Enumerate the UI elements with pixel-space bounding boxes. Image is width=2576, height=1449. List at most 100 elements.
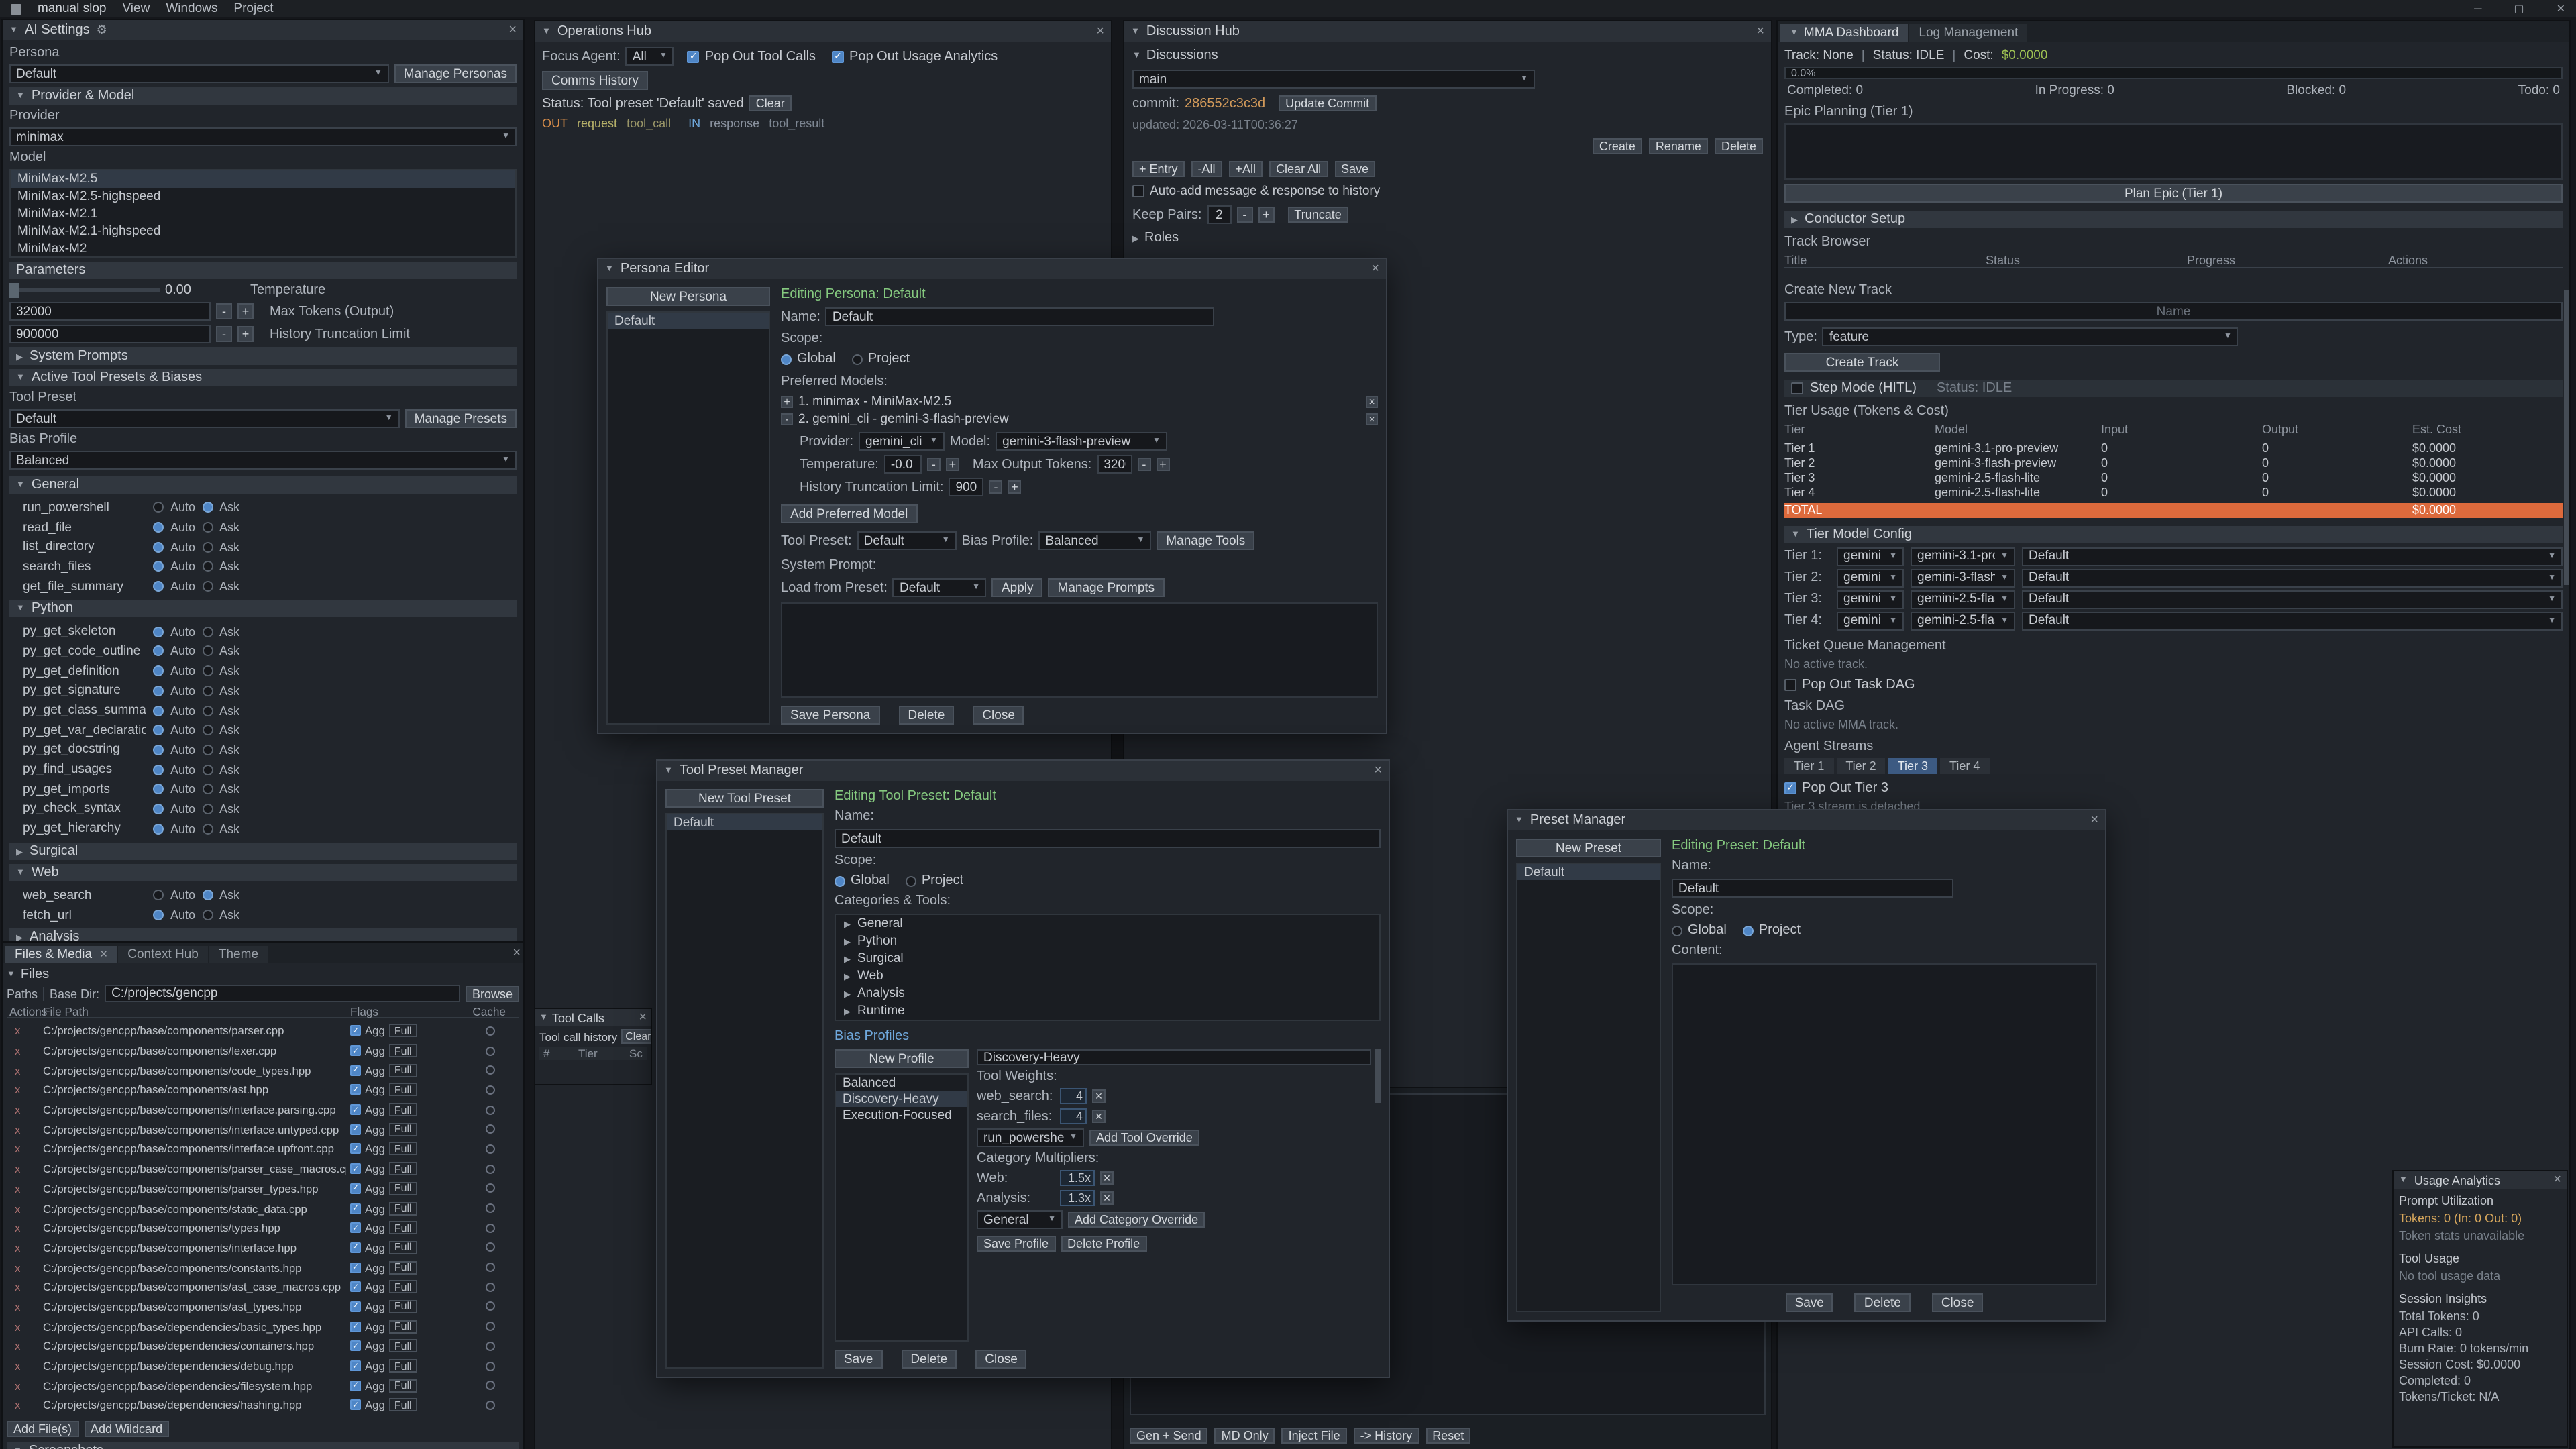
collapse-caret-icon[interactable]: ▼ (542, 27, 551, 36)
ask-radio[interactable] (202, 910, 213, 920)
maximize-icon[interactable]: ▢ (2514, 3, 2524, 15)
add-files-button[interactable]: Add File(s) (7, 1421, 78, 1437)
collapse-caret-icon[interactable]: ▼ (664, 766, 673, 775)
increment-button[interactable]: + (946, 458, 959, 471)
agg-checkbox[interactable]: ✓ (350, 1282, 361, 1293)
ask-radio[interactable] (202, 724, 213, 735)
agg-checkbox[interactable]: ✓ (350, 1301, 361, 1312)
tool-preset-name-input[interactable] (835, 829, 1381, 848)
remove-multiplier-icon[interactable]: × (1100, 1191, 1114, 1205)
apply-button[interactable]: Apply (992, 578, 1043, 597)
auto-radio[interactable] (153, 745, 164, 755)
pop-out-tool-calls-checkbox[interactable]: ✓ (688, 50, 700, 62)
save-tool-preset-button[interactable]: Save (835, 1350, 882, 1368)
persona-name-input[interactable] (826, 307, 1215, 326)
expand-toggle-button[interactable]: + (781, 396, 793, 408)
clear-status-button[interactable]: Clear (749, 95, 792, 111)
tab-theme[interactable]: Theme (209, 946, 268, 963)
create-discussion-button[interactable]: Create (1593, 138, 1642, 154)
tier-model-config-section[interactable]: ▼Tier Model Config (1784, 526, 2563, 543)
remove-file-button[interactable]: x (9, 1123, 39, 1136)
ask-radio[interactable] (202, 627, 213, 637)
close-icon[interactable]: × (513, 946, 521, 963)
category-node[interactable]: ▶Analysis (836, 985, 1379, 1002)
remove-file-button[interactable]: x (9, 1320, 39, 1333)
auto-radio[interactable] (153, 910, 164, 920)
close-icon[interactable]: × (2553, 1173, 2561, 1187)
active-tool-presets-section[interactable]: ▼Active Tool Presets & Biases (9, 369, 517, 386)
manage-personas-button[interactable]: Manage Personas (394, 64, 517, 83)
add-tool-override-button[interactable]: Add Tool Override (1089, 1130, 1199, 1146)
increment-button[interactable]: + (237, 303, 254, 319)
ask-radio[interactable] (202, 705, 213, 716)
ask-radio[interactable] (202, 561, 213, 572)
delete-discussion-button[interactable]: Delete (1715, 138, 1763, 154)
tier-4-tab[interactable]: Tier 4 (1940, 758, 1989, 774)
agg-checkbox[interactable]: ✓ (350, 1144, 361, 1155)
multiplier-value-input[interactable]: 1.5x (1060, 1170, 1095, 1186)
collapse-caret-icon[interactable]: ▼ (539, 1013, 548, 1022)
caret-down-icon[interactable]: ▼ (1132, 51, 1141, 60)
tool-preset-manager-header[interactable]: ▼ Tool Preset Manager × (657, 761, 1389, 781)
close-icon[interactable]: × (1096, 24, 1104, 39)
manage-prompts-button[interactable]: Manage Prompts (1049, 578, 1165, 597)
add-preferred-model-button[interactable]: Add Preferred Model (781, 504, 917, 523)
track-name-input[interactable] (1784, 302, 2563, 321)
track-type-select[interactable]: feature▼ (1823, 327, 2239, 346)
agg-checkbox[interactable]: ✓ (350, 1163, 361, 1174)
close-dialog-button[interactable]: Close (973, 706, 1024, 724)
auto-radio[interactable] (153, 581, 164, 592)
multiplier-value-input[interactable]: 1.3x (1060, 1190, 1095, 1206)
full-toggle[interactable]: Full (389, 1123, 417, 1136)
model-option[interactable]: MiniMax-M2.5-highspeed (11, 188, 515, 205)
update-commit-button[interactable]: Update Commit (1279, 95, 1376, 111)
screenshots-section[interactable]: ▼Screenshots (7, 1442, 519, 1449)
agg-checkbox[interactable]: ✓ (350, 1104, 361, 1115)
remove-file-button[interactable]: x (9, 1221, 39, 1234)
focus-agent-select[interactable]: All▼ (626, 47, 674, 66)
category-node[interactable]: ▶Surgical (836, 950, 1379, 967)
preset-name-input[interactable] (1672, 879, 1953, 898)
prompt-action-button[interactable]: Inject File (1282, 1428, 1347, 1444)
agg-checkbox[interactable]: ✓ (350, 1222, 361, 1233)
auto-add-checkbox[interactable] (1132, 185, 1144, 197)
agg-checkbox[interactable]: ✓ (350, 1321, 361, 1332)
auto-radio[interactable] (153, 665, 164, 676)
clear-all-button[interactable]: Clear All (1269, 161, 1328, 177)
bias-profile-select[interactable]: Balanced▼ (9, 451, 517, 470)
paths-label[interactable]: Paths (7, 987, 38, 1000)
step-mode-checkbox[interactable] (1791, 382, 1803, 394)
group-general[interactable]: ▼General (9, 476, 517, 494)
caret-right-icon[interactable]: ▶ (1132, 233, 1139, 244)
ask-radio[interactable] (202, 890, 213, 901)
expand-toggle-button[interactable]: - (781, 413, 793, 425)
delete-profile-button[interactable]: Delete Profile (1061, 1236, 1146, 1252)
full-toggle[interactable]: Full (389, 1241, 417, 1254)
full-toggle[interactable]: Full (389, 1182, 417, 1195)
scrollbar-thumb[interactable] (1375, 1049, 1381, 1103)
tier-3-tab[interactable]: Tier 3 (1888, 758, 1937, 774)
full-toggle[interactable]: Full (389, 1063, 417, 1077)
tier-preset-select[interactable]: Default▼ (2022, 547, 2563, 566)
save-persona-button[interactable]: Save Persona (781, 706, 879, 724)
tool-preset-list-item[interactable]: Default (667, 814, 822, 830)
agg-checkbox[interactable]: ✓ (350, 1124, 361, 1135)
remove-file-button[interactable]: x (9, 1379, 39, 1392)
ask-radio[interactable] (202, 784, 213, 795)
close-icon[interactable]: × (2090, 813, 2098, 828)
slider-handle[interactable] (9, 283, 19, 298)
scope-project-radio[interactable] (906, 875, 916, 886)
add-tool-select[interactable]: run_powershell▼ (977, 1128, 1084, 1147)
scrollbar-thumb[interactable] (2564, 290, 2569, 585)
model-option[interactable]: MiniMax-M2 (11, 240, 515, 258)
tier-model-select[interactable]: gemini-3.1-pro-preview▼ (1911, 547, 2015, 566)
model-option[interactable]: MiniMax-M2.5 (11, 170, 515, 188)
auto-radio[interactable] (153, 724, 164, 735)
model-option[interactable]: MiniMax-M2.1 (11, 205, 515, 223)
remove-file-button[interactable]: x (9, 1044, 39, 1057)
group-python[interactable]: ▼Python (9, 600, 517, 618)
tier-preset-select[interactable]: Default▼ (2022, 612, 2563, 631)
category-node[interactable]: ▶Web (836, 967, 1379, 985)
group-analysis[interactable]: ▶Analysis (9, 929, 517, 941)
close-dialog-button[interactable]: Close (975, 1350, 1027, 1368)
